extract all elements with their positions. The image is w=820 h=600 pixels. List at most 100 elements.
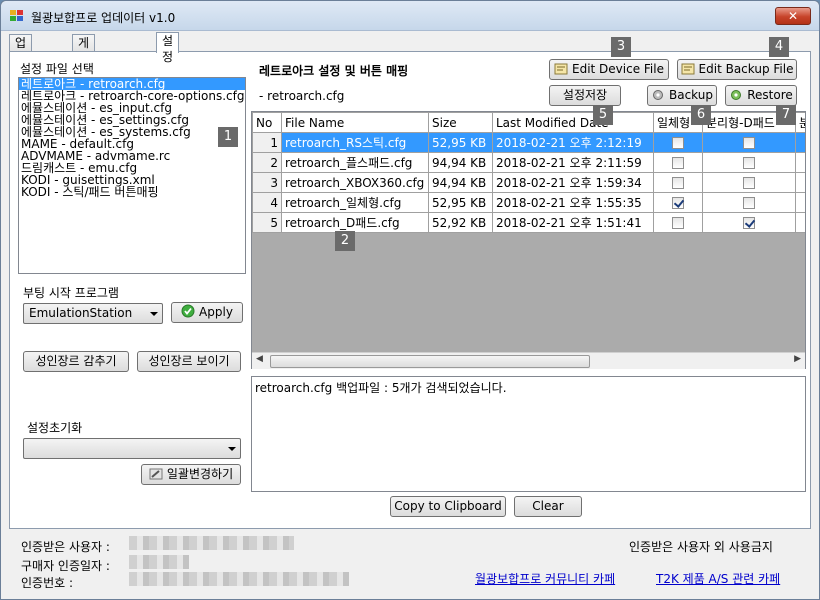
scroll-right-icon[interactable]: ▶ bbox=[794, 354, 801, 364]
size-cell: 52,95 KB bbox=[428, 132, 493, 153]
edit-backup-file-button[interactable]: Edit Backup File bbox=[677, 59, 797, 80]
as-cafe-link[interactable]: T2K 제품 A/S 관련 카페 bbox=[656, 570, 780, 587]
separated-dpad-cell bbox=[702, 132, 796, 153]
show-adult-genre-button[interactable]: 성인장르 보이기 bbox=[137, 351, 241, 372]
boot-program-value: EmulationStation bbox=[29, 306, 133, 320]
edit-backup-file-label: Edit Backup File bbox=[698, 62, 794, 76]
table-row[interactable]: 1 retroarch_RS스틱.cfg 52,95 KB 2018-02-21… bbox=[252, 132, 805, 153]
table-row[interactable]: 3 retroarch_XBOX360.cfg 94,94 KB 2018-02… bbox=[252, 172, 805, 193]
file-name-cell: retroarch_RS스틱.cfg bbox=[281, 132, 429, 153]
size-cell: 94,94 KB bbox=[428, 152, 493, 173]
app-logo-icon bbox=[10, 10, 24, 22]
batch-change-label: 일괄변경하기 bbox=[166, 467, 234, 481]
integrated-cell bbox=[653, 152, 703, 173]
licensed-user-label: 인증받은 사용자 : bbox=[21, 540, 110, 554]
integrated-cell bbox=[653, 212, 703, 233]
close-button[interactable]: ✕ bbox=[775, 7, 811, 25]
size-cell: 52,92 KB bbox=[428, 212, 493, 233]
integrated-checkbox[interactable] bbox=[672, 157, 684, 169]
annotation-badge: 7 bbox=[776, 105, 796, 125]
edit-file-icon bbox=[554, 62, 568, 75]
size-cell: 52,95 KB bbox=[428, 192, 493, 213]
more-cell bbox=[795, 212, 805, 233]
grid-horizontal-scrollbar[interactable]: ◀ ▶ bbox=[252, 352, 805, 369]
more-cell bbox=[795, 192, 805, 213]
backup-label: Backup bbox=[669, 88, 713, 102]
annotation-badge: 4 bbox=[769, 37, 789, 57]
more-cell bbox=[795, 132, 805, 153]
usage-notice: 인증받은 사용자 외 사용금지 bbox=[629, 540, 773, 554]
table-row[interactable]: 5 retroarch_D패드.cfg 52,92 KB 2018-02-21 … bbox=[252, 212, 805, 233]
col-header-more[interactable]: 분 bbox=[795, 112, 805, 133]
separated-dpad-checkbox[interactable] bbox=[743, 137, 755, 149]
tab-settings[interactable]: 설정 bbox=[156, 32, 180, 64]
tab-update[interactable]: 업데이트 bbox=[9, 34, 33, 98]
separated-dpad-checkbox[interactable] bbox=[743, 157, 755, 169]
redacted-auth-number bbox=[129, 572, 349, 586]
annotation-badge: 1 bbox=[218, 127, 238, 147]
col-header-file-name[interactable]: File Name bbox=[281, 112, 429, 133]
integrated-checkbox[interactable] bbox=[672, 217, 684, 229]
save-settings-button[interactable]: 설정저장 bbox=[549, 85, 621, 106]
boot-program-label: 부팅 시작 프로그램 bbox=[23, 286, 119, 300]
table-header-row: No File Name Size Last Modified Date 일체형… bbox=[252, 112, 805, 133]
hide-adult-genre-button[interactable]: 성인장르 감추기 bbox=[23, 351, 129, 372]
row-number: 5 bbox=[252, 212, 282, 233]
separated-dpad-cell bbox=[702, 212, 796, 233]
restore-button[interactable]: Restore bbox=[725, 85, 797, 106]
scrollbar-thumb[interactable] bbox=[270, 355, 590, 368]
separated-dpad-cell bbox=[702, 192, 796, 213]
copy-to-clipboard-button[interactable]: Copy to Clipboard bbox=[390, 496, 506, 517]
clear-button[interactable]: Clear bbox=[514, 496, 582, 517]
row-number: 4 bbox=[252, 192, 282, 213]
separated-dpad-cell bbox=[702, 172, 796, 193]
integrated-checkbox[interactable] bbox=[672, 197, 684, 209]
reset-settings-label: 설정초기화 bbox=[27, 421, 83, 435]
log-output[interactable]: retroarch.cfg 백업파일 : 5개가 검색되었습니다. bbox=[251, 376, 806, 492]
purchase-auth-date-label: 구매자 인증일자 : bbox=[21, 559, 110, 573]
tab-game-list[interactable]: 게임목록관리 bbox=[72, 34, 96, 130]
row-number: 3 bbox=[252, 172, 282, 193]
table-row[interactable]: 4 retroarch_일체형.cfg 52,95 KB 2018-02-21 … bbox=[252, 192, 805, 213]
app-window: 월광보합프로 업데이터 v1.0 ✕ 업데이트 게임목록관리 설정 설정 파일 … bbox=[0, 0, 820, 600]
annotation-badge: 3 bbox=[611, 37, 631, 57]
edit-device-file-button[interactable]: Edit Device File bbox=[549, 59, 669, 80]
file-name-cell: retroarch_XBOX360.cfg bbox=[281, 172, 429, 193]
col-header-last-modified[interactable]: Last Modified Date bbox=[492, 112, 654, 133]
col-header-size[interactable]: Size bbox=[428, 112, 493, 133]
file-name-cell: retroarch_D패드.cfg bbox=[281, 212, 429, 233]
separated-dpad-checkbox[interactable] bbox=[743, 217, 755, 229]
community-cafe-link[interactable]: 월광보합프로 커뮤니티 카페 bbox=[475, 570, 615, 587]
config-list-title: 설정 파일 선택 bbox=[20, 62, 94, 76]
apply-label: Apply bbox=[199, 305, 233, 319]
window-title: 월광보합프로 업데이터 v1.0 bbox=[31, 11, 176, 25]
integrated-checkbox[interactable] bbox=[672, 137, 684, 149]
check-circle-icon bbox=[181, 304, 195, 318]
reset-settings-select[interactable] bbox=[23, 438, 241, 459]
list-item[interactable]: KODI - 스틱/패드 버튼매핑 bbox=[19, 186, 245, 198]
scroll-left-icon[interactable]: ◀ bbox=[256, 354, 263, 364]
chevron-down-icon bbox=[150, 312, 158, 316]
table-row[interactable]: 2 retroarch_플스패드.cfg 94,94 KB 2018-02-21… bbox=[252, 152, 805, 173]
gear-icon bbox=[651, 88, 665, 100]
boot-program-select[interactable]: EmulationStation bbox=[23, 303, 163, 324]
separated-dpad-checkbox[interactable] bbox=[743, 197, 755, 209]
wrench-icon bbox=[149, 467, 163, 480]
date-cell: 2018-02-21 오후 1:55:35 bbox=[492, 192, 654, 213]
date-cell: 2018-02-21 오후 1:59:34 bbox=[492, 172, 654, 193]
separated-dpad-checkbox[interactable] bbox=[743, 177, 755, 189]
batch-change-button[interactable]: 일괄변경하기 bbox=[141, 464, 241, 485]
integrated-cell bbox=[653, 192, 703, 213]
current-config-file: - retroarch.cfg bbox=[259, 89, 345, 103]
apply-button[interactable]: Apply bbox=[171, 302, 243, 323]
config-file-list[interactable]: 레트로아크 - retroarch.cfg 레트로아크 - retroarch-… bbox=[18, 77, 246, 274]
integrated-cell bbox=[653, 172, 703, 193]
backup-button[interactable]: Backup bbox=[647, 85, 717, 106]
date-cell: 2018-02-21 오후 2:12:19 bbox=[492, 132, 654, 153]
integrated-checkbox[interactable] bbox=[672, 177, 684, 189]
col-header-no[interactable]: No bbox=[252, 112, 282, 133]
separated-dpad-cell bbox=[702, 152, 796, 173]
file-name-cell: retroarch_플스패드.cfg bbox=[281, 152, 429, 173]
more-cell bbox=[795, 172, 805, 193]
title-bar[interactable]: 월광보합프로 업데이터 v1.0 ✕ bbox=[1, 1, 819, 31]
